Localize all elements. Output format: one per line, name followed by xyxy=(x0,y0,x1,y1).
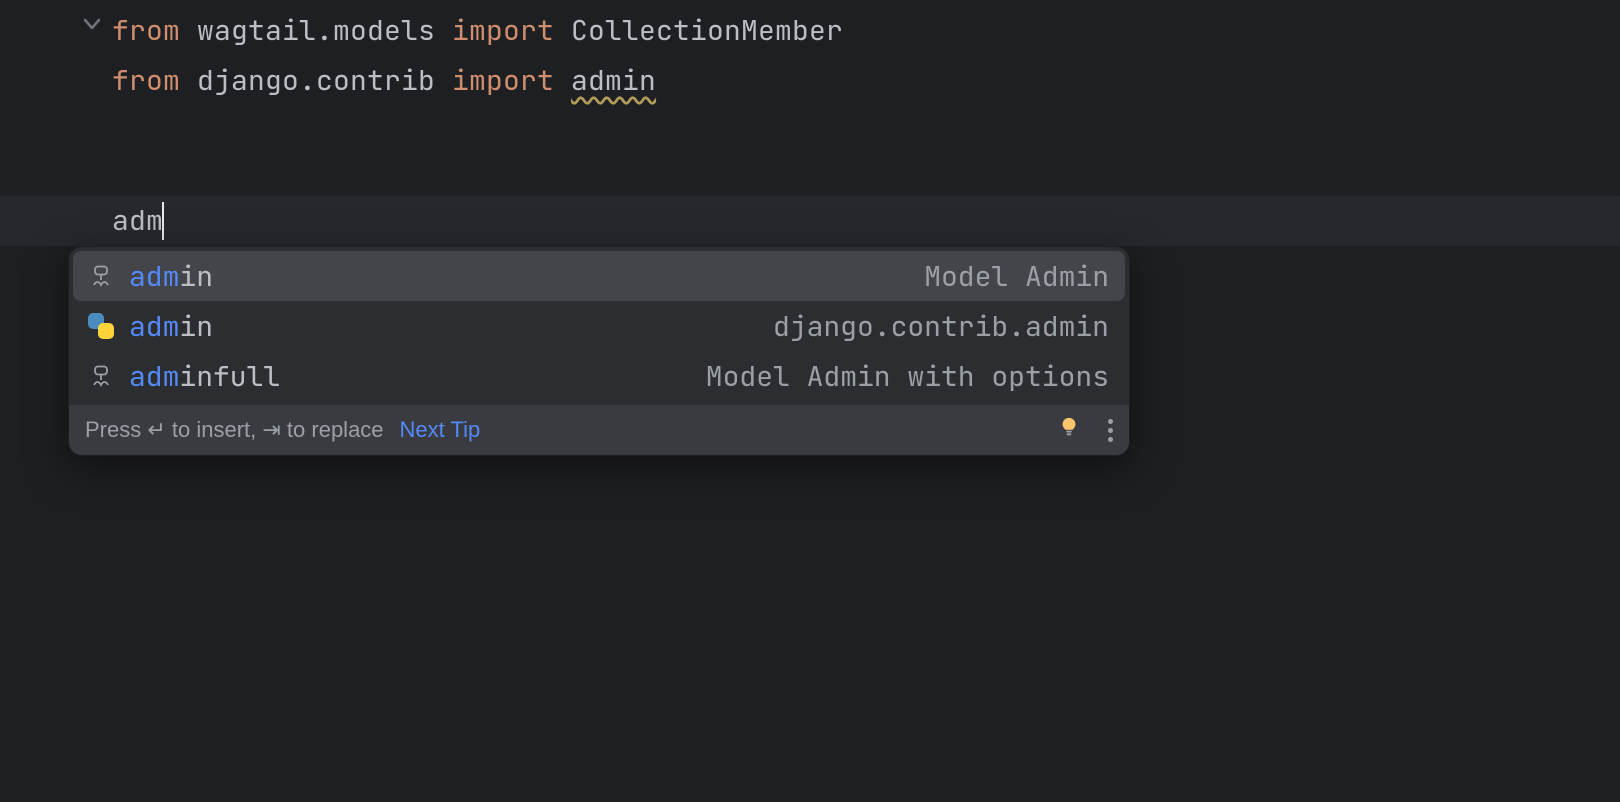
module-path: wagtail.models xyxy=(197,12,435,49)
autocomplete-label: adminfull xyxy=(129,358,280,395)
code-line: from django.contrib import admin xyxy=(112,56,1620,106)
footer-hint-text: Press ↵ to insert, ⇥ to replace xyxy=(85,417,384,443)
keyword-from: from xyxy=(112,62,197,99)
typed-text-wrap: adm xyxy=(112,196,164,246)
current-line-highlight xyxy=(0,196,1620,246)
autocomplete-item[interactable]: adminfull Model Admin with options xyxy=(73,351,1125,401)
autocomplete-item[interactable]: admin Model Admin xyxy=(73,251,1125,301)
code-area[interactable]: from wagtail.models import CollectionMem… xyxy=(112,6,1620,106)
keyword-from: from xyxy=(112,12,197,49)
autocomplete-label: admin xyxy=(129,258,213,295)
python-icon xyxy=(87,312,115,340)
code-line: from wagtail.models import CollectionMem… xyxy=(112,6,1620,56)
autocomplete-footer: Press ↵ to insert, ⇥ to replace Next Tip xyxy=(69,405,1129,455)
live-template-icon xyxy=(87,362,115,390)
autocomplete-label: admin xyxy=(129,308,213,345)
keyword-import: import xyxy=(435,62,571,99)
module-path: django.contrib xyxy=(197,62,435,99)
autocomplete-list: admin Model Admin admin django.contrib.a… xyxy=(69,247,1129,405)
lightbulb-icon[interactable] xyxy=(1058,416,1080,445)
autocomplete-popup[interactable]: admin Model Admin admin django.contrib.a… xyxy=(68,246,1130,456)
imported-symbol: CollectionMember xyxy=(571,12,843,49)
live-template-icon xyxy=(87,262,115,290)
typed-text: adm xyxy=(112,196,163,246)
autocomplete-detail: django.contrib.admin xyxy=(773,308,1109,345)
autocomplete-detail: Model Admin xyxy=(924,258,1109,295)
kebab-menu-icon[interactable] xyxy=(1108,419,1113,442)
chevron-down-icon[interactable] xyxy=(82,14,102,38)
code-editor[interactable]: from wagtail.models import CollectionMem… xyxy=(0,0,1620,802)
imported-symbol-warning: admin xyxy=(571,62,656,99)
autocomplete-item[interactable]: admin django.contrib.admin xyxy=(73,301,1125,351)
autocomplete-detail: Model Admin with options xyxy=(706,358,1109,395)
keyword-import: import xyxy=(435,12,571,49)
text-caret xyxy=(162,202,164,240)
next-tip-link[interactable]: Next Tip xyxy=(400,417,481,443)
